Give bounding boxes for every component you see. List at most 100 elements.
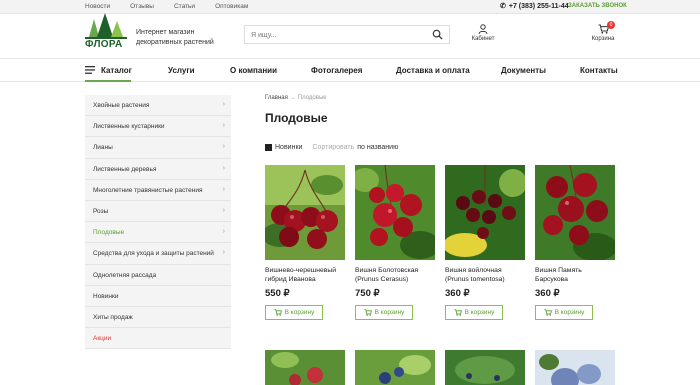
chevron-right-icon: › — [222, 122, 225, 130]
sidebar-item-label: Однолетняя рассада — [93, 271, 157, 279]
chevron-right-icon: › — [222, 101, 225, 108]
sidebar-item-conifers[interactable]: Хвойные растения › — [85, 95, 231, 117]
sort-select[interactable]: по названию — [357, 144, 398, 151]
product-name-line: Вишня войлочная — [445, 267, 502, 274]
add-to-cart-button[interactable]: В корзину — [445, 305, 503, 320]
search-input[interactable] — [251, 29, 421, 41]
product-image[interactable] — [535, 165, 615, 260]
new-filter-checkbox[interactable] — [265, 144, 272, 151]
sidebar-item-fruit[interactable]: Плодовые › — [85, 222, 231, 244]
sidebar-item-label: Розы — [93, 207, 109, 215]
nav-active-underline — [85, 80, 131, 82]
product-image[interactable] — [265, 165, 345, 260]
sidebar-item-label: Акции — [93, 335, 112, 343]
product-name[interactable]: Вишнево-черешневый гибрид Иванова — [265, 266, 345, 284]
add-to-cart-button[interactable]: В корзину — [355, 305, 413, 320]
cart-icon — [364, 309, 372, 316]
product-card[interactable]: Вишня Болотовская (Prunus Cerasus) 750 ₽… — [355, 165, 435, 320]
add-to-cart-label: В корзину — [374, 309, 405, 316]
top-bar: Новости Отзывы Статьи Оптовикам ✆ +7 (383… — [0, 0, 700, 14]
nav-delivery[interactable]: Доставка и оплата — [396, 66, 470, 75]
tagline-line-1: Интернет магазин — [136, 29, 195, 36]
product-price: 750 ₽ — [355, 288, 380, 299]
product-image[interactable] — [445, 165, 525, 260]
product-name[interactable]: Вишня войлочная (Prunus tomentosa) — [445, 266, 525, 284]
product-card[interactable]: Вишня Память Барсукова 360 ₽ В корзину — [535, 165, 615, 320]
cart-count-badge: 0 — [607, 21, 615, 29]
account-link[interactable]: Кабинет — [470, 24, 496, 42]
catalog-sidebar: Хвойные растения › Лиственные кустарники ›… — [85, 95, 231, 350]
product-image[interactable] — [535, 350, 615, 385]
nav-about[interactable]: О компании — [230, 66, 277, 75]
product-name-line: Вишнево-черешневый — [265, 267, 337, 274]
nav-services[interactable]: Услуги — [168, 66, 195, 75]
search-icon[interactable] — [432, 29, 443, 40]
phone-icon: ✆ — [500, 3, 506, 10]
logo-text: ФЛОРА — [85, 39, 123, 50]
nav-catalog[interactable]: Каталог — [101, 66, 132, 75]
sidebar-item-annuals[interactable]: Однолетняя рассада — [85, 265, 231, 286]
product-name[interactable]: Вишня Память Барсукова — [535, 266, 615, 284]
sidebar-item-shrubs[interactable]: Лиственные кустарники › — [85, 116, 231, 138]
product-image[interactable] — [265, 350, 345, 385]
user-icon — [478, 24, 488, 34]
breadcrumb-home[interactable]: Главная — [265, 95, 288, 101]
sidebar-item-sale[interactable]: Акции — [85, 328, 231, 350]
top-link-wholesale[interactable]: Оптовикам — [215, 3, 248, 10]
sidebar-item-bestsellers[interactable]: Хиты продаж — [85, 307, 231, 329]
sidebar-item-roses[interactable]: Розы › — [85, 201, 231, 223]
product-name-line: Барсукова — [535, 276, 568, 283]
chevron-right-icon: › — [222, 143, 225, 151]
top-links: Новости Отзывы Статьи Оптовикам — [85, 3, 268, 10]
cart-icon — [274, 309, 282, 316]
cart-icon — [544, 309, 552, 316]
chevron-right-icon: › — [222, 206, 225, 214]
product-image[interactable] — [445, 350, 525, 385]
tagline: Интернет магазин декоративных растений — [136, 28, 246, 48]
nav-contacts[interactable]: Контакты — [580, 66, 618, 75]
account-label: Кабинет — [471, 36, 495, 42]
breadcrumb-current: Плодовые — [297, 95, 327, 101]
sidebar-item-label: Многолетние травянистые растения — [93, 186, 203, 194]
product-name-line: (Prunus tomentosa) — [445, 276, 505, 283]
add-to-cart-button[interactable]: В корзину — [535, 305, 593, 320]
sidebar-item-care[interactable]: Средства для ухода и защиты растений › — [85, 243, 231, 265]
chevron-right-icon: › — [222, 164, 225, 172]
product-card[interactable]: Вишнево-черешневый гибрид Иванова 550 ₽ … — [265, 165, 345, 320]
product-name-line: Вишня Память — [535, 267, 582, 274]
phone-number[interactable]: ✆ +7 (383) 255-11-44 — [500, 2, 569, 10]
search-box — [244, 25, 450, 44]
nav-documents[interactable]: Документы — [501, 66, 546, 75]
add-to-cart-button[interactable]: В корзину — [265, 305, 323, 320]
product-name-line: гибрид Иванова — [265, 276, 316, 283]
sidebar-item-label: Лианы — [93, 144, 113, 152]
sidebar-item-perennials[interactable]: Многолетние травянистые растения › — [85, 180, 231, 201]
page-title: Плодовые — [265, 111, 328, 125]
product-image[interactable] — [355, 350, 435, 385]
top-link-reviews[interactable]: Отзывы — [130, 3, 154, 10]
product-card[interactable]: Вишня войлочная (Prunus tomentosa) 360 ₽… — [445, 165, 525, 320]
chevron-right-icon: › — [222, 185, 225, 193]
sort-label: Сортировать — [312, 144, 355, 151]
chevron-right-icon: › — [222, 228, 225, 236]
top-link-articles[interactable]: Статьи — [174, 3, 195, 10]
cart-label: Корзина — [591, 36, 615, 42]
add-to-cart-label: В корзину — [464, 309, 495, 316]
nav-gallery[interactable]: Фотогалерея — [311, 66, 362, 75]
sidebar-item-new[interactable]: Новинки — [85, 286, 231, 307]
product-image[interactable] — [355, 165, 435, 260]
product-price: 360 ₽ — [535, 288, 560, 299]
product-price: 360 ₽ — [445, 288, 470, 299]
new-filter-label[interactable]: Новинки — [275, 144, 302, 151]
breadcrumb-separator: → — [289, 95, 296, 101]
sort-bar: Новинки Сортировать по названию — [265, 144, 398, 151]
sidebar-item-label: Хиты продаж — [93, 313, 133, 321]
product-name[interactable]: Вишня Болотовская (Prunus Cerasus) — [355, 266, 435, 284]
product-price: 550 ₽ — [265, 288, 290, 299]
sidebar-item-lianas[interactable]: Лианы › — [85, 137, 231, 159]
menu-icon[interactable] — [85, 66, 95, 74]
callback-link[interactable]: ЗАКАЗАТЬ ЗВОНОК — [568, 3, 627, 9]
sidebar-item-trees[interactable]: Лиственные деревья › — [85, 159, 231, 180]
top-link-news[interactable]: Новости — [85, 3, 110, 10]
cart-link[interactable]: 0 Корзина — [588, 21, 618, 42]
